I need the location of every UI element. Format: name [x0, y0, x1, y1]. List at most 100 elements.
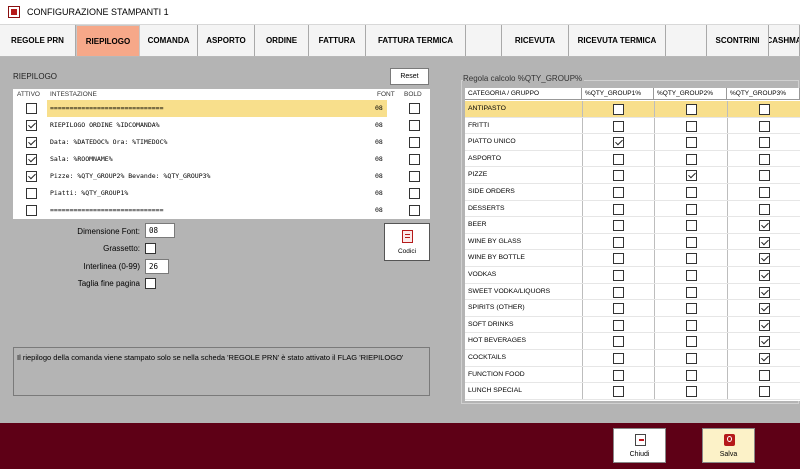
table-row[interactable]: FRITTI [465, 117, 800, 135]
qty-group2-checkbox[interactable] [685, 187, 697, 198]
qty-group2-checkbox[interactable] [685, 203, 697, 215]
qty-group1-checkbox[interactable] [613, 236, 624, 248]
row-intestazione-text[interactable]: ============================= [47, 202, 387, 219]
qty-group3-checkbox[interactable] [758, 270, 770, 281]
table-row[interactable]: SIDE ORDERS [465, 184, 800, 201]
qty-group2-checkbox[interactable] [685, 220, 697, 232]
tab-blank-10[interactable] [666, 25, 707, 56]
qty-group2-checkbox[interactable] [685, 253, 697, 265]
tab-ricevuta[interactable]: RICEVUTA [502, 25, 569, 56]
qty-group3-checkbox[interactable] [758, 153, 770, 165]
row-bold-checkbox[interactable] [409, 137, 420, 148]
row-active-checkbox[interactable] [26, 205, 37, 216]
qty-group1-checkbox[interactable] [613, 286, 624, 298]
row-active-checkbox[interactable] [26, 154, 37, 165]
table-row[interactable]: HOT BEVERAGES [465, 333, 800, 350]
intestazione-row[interactable]: ============================= 08 [13, 100, 430, 117]
interlinea-input[interactable]: 26 [145, 259, 169, 274]
qty-group1-checkbox[interactable] [613, 153, 624, 165]
intestazione-row[interactable]: RIEPILOGO ORDINE %IDCOMANDA% 08 [13, 117, 430, 134]
tab-blank-7[interactable] [466, 25, 502, 56]
intestazione-row[interactable]: Sala: %ROOMNAME% 08 [13, 151, 430, 168]
qty-group3-checkbox[interactable] [758, 203, 770, 215]
tab-regole-prn[interactable]: REGOLE PRN [0, 25, 76, 56]
table-row[interactable]: SWEET VODKA/LIQUORS [465, 283, 800, 301]
row-active-checkbox[interactable] [26, 188, 37, 199]
qty-group3-checkbox[interactable] [758, 187, 770, 198]
tab-comanda[interactable]: COMANDA [140, 25, 198, 56]
qty-group3-checkbox[interactable] [758, 236, 770, 248]
qty-group1-checkbox[interactable] [613, 137, 624, 149]
row-bold-checkbox[interactable] [409, 154, 420, 165]
reset-button[interactable]: Reset [390, 68, 429, 85]
table-row[interactable]: VODKAS [465, 267, 800, 284]
row-active-checkbox[interactable] [26, 171, 37, 182]
qty-group3-checkbox[interactable] [758, 303, 770, 315]
qty-group2-checkbox[interactable] [685, 236, 697, 248]
row-intestazione-text[interactable]: RIEPILOGO ORDINE %IDCOMANDA% [47, 117, 387, 134]
intestazione-row[interactable]: ============================= 08 [13, 202, 430, 219]
qty-group3-checkbox[interactable] [758, 386, 770, 398]
taglia-fine-pagina-checkbox[interactable] [145, 278, 156, 289]
row-bold-checkbox[interactable] [409, 120, 420, 131]
intestazione-row[interactable]: Data: %DATEDOC% Ora: %TIMEDOC% 08 [13, 134, 430, 151]
qty-group3-checkbox[interactable] [758, 104, 770, 115]
row-bold-checkbox[interactable] [409, 188, 420, 199]
tab-ordine[interactable]: ORDINE [255, 25, 309, 56]
table-row[interactable]: ANTIPASTO [465, 101, 800, 118]
qty-group3-checkbox[interactable] [758, 353, 770, 364]
qty-group3-checkbox[interactable] [758, 369, 770, 381]
chiudi-button[interactable]: Chiudi [613, 428, 666, 463]
intestazione-row[interactable]: Piatti: %QTY_GROUP1% 08 [13, 185, 430, 202]
table-row[interactable]: ASPORTO [465, 150, 800, 168]
tab-fattura-termica[interactable]: FATTURA TERMICA [366, 25, 466, 56]
qty-group2-checkbox[interactable] [685, 104, 697, 115]
tab-scontrini[interactable]: SCONTRINI [707, 25, 769, 56]
intestazione-row[interactable]: Pizze: %QTY_GROUP2% Bevande: %QTY_GROUP3… [13, 168, 430, 185]
dimensione-font-input[interactable]: 08 [145, 223, 175, 238]
row-intestazione-text[interactable]: Data: %DATEDOC% Ora: %TIMEDOC% [47, 134, 387, 151]
qty-group2-checkbox[interactable] [685, 336, 697, 348]
table-row[interactable]: FUNCTION FOOD [465, 366, 800, 384]
qty-group1-checkbox[interactable] [613, 319, 624, 331]
table-row[interactable]: WINE BY BOTTLE [465, 250, 800, 267]
qty-group1-checkbox[interactable] [613, 104, 624, 115]
table-row[interactable]: SOFT DRINKS [465, 316, 800, 334]
qty-group2-checkbox[interactable] [685, 386, 697, 398]
codici-button[interactable]: Codici [384, 223, 430, 261]
qty-group2-checkbox[interactable] [685, 270, 697, 281]
qty-group2-checkbox[interactable] [685, 369, 697, 381]
table-row[interactable]: DESSERTS [465, 200, 800, 218]
qty-group1-checkbox[interactable] [613, 220, 624, 232]
table-row[interactable]: LUNCH SPECIAL [465, 383, 800, 400]
row-intestazione-text[interactable]: Sala: %ROOMNAME% [47, 151, 387, 168]
row-intestazione-text[interactable]: Pizze: %QTY_GROUP2% Bevande: %QTY_GROUP3… [47, 168, 387, 185]
qty-group1-checkbox[interactable] [613, 203, 624, 215]
qty-group2-checkbox[interactable] [685, 286, 697, 298]
qty-group1-checkbox[interactable] [613, 336, 624, 348]
table-row[interactable]: COCKTAILS [465, 350, 800, 367]
row-bold-checkbox[interactable] [409, 103, 420, 114]
qty-group1-checkbox[interactable] [613, 369, 624, 381]
qty-group1-checkbox[interactable] [613, 303, 624, 315]
grassetto-checkbox[interactable] [145, 243, 156, 254]
qty-group3-checkbox[interactable] [758, 253, 770, 265]
row-intestazione-text[interactable]: ============================= [47, 100, 387, 117]
tab-fattura[interactable]: FATTURA [309, 25, 366, 56]
row-bold-checkbox[interactable] [409, 205, 420, 216]
qty-group1-checkbox[interactable] [613, 170, 624, 182]
qty-group3-checkbox[interactable] [758, 220, 770, 232]
tab-ricevuta-termica[interactable]: RICEVUTA TERMICA [569, 25, 666, 56]
qty-group2-checkbox[interactable] [685, 303, 697, 315]
row-active-checkbox[interactable] [26, 137, 37, 148]
row-bold-checkbox[interactable] [409, 171, 420, 182]
tab-cashma[interactable]: CASHMA [769, 25, 800, 56]
qty-group1-checkbox[interactable] [613, 120, 624, 132]
qty-group2-checkbox[interactable] [685, 120, 697, 132]
table-row[interactable]: PIATTO UNICO [465, 134, 800, 151]
qty-group1-checkbox[interactable] [613, 386, 624, 398]
qty-group3-checkbox[interactable] [758, 336, 770, 348]
tab-riepilogo[interactable]: RIEPILOGO [76, 25, 140, 56]
qty-group2-checkbox[interactable] [685, 137, 697, 149]
qty-group3-checkbox[interactable] [758, 286, 770, 298]
